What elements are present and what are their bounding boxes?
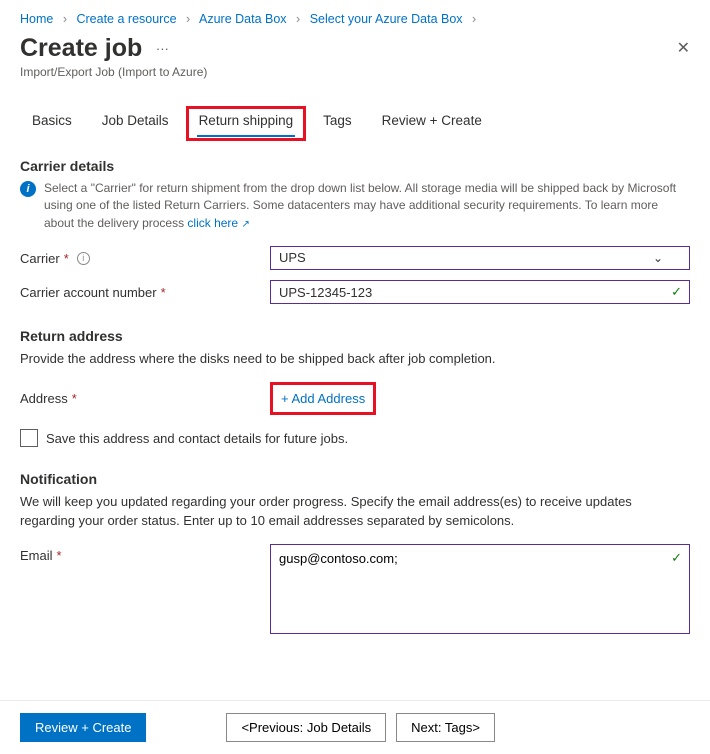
carrier-account-input[interactable]: [270, 280, 690, 304]
save-address-label: Save this address and contact details fo…: [46, 431, 348, 446]
notification-heading: Notification: [20, 471, 690, 487]
page-title: Create job: [20, 34, 142, 63]
click-here-link[interactable]: click here ↗: [187, 216, 249, 230]
carrier-account-label: Carrier account number *: [20, 285, 270, 300]
tab-job-details[interactable]: Job Details: [90, 107, 181, 140]
tab-bar: Basics Job Details Return shipping Tags …: [20, 107, 690, 140]
add-address-button[interactable]: + Add Address: [273, 385, 373, 412]
carrier-info-text: Select a "Carrier" for return shipment f…: [44, 180, 690, 232]
tab-basics[interactable]: Basics: [20, 107, 84, 140]
tab-review-create[interactable]: Review + Create: [370, 107, 494, 140]
breadcrumb: Home › Create a resource › Azure Data Bo…: [20, 8, 690, 32]
previous-button[interactable]: <Previous: Job Details: [226, 713, 386, 742]
breadcrumb-home[interactable]: Home: [20, 12, 53, 26]
breadcrumb-azure-data-box[interactable]: Azure Data Box: [199, 12, 287, 26]
footer-bar: Review + Create <Previous: Job Details N…: [0, 700, 710, 754]
chevron-right-icon: ›: [57, 12, 73, 26]
email-label: Email *: [20, 544, 270, 563]
more-actions-button[interactable]: ···: [156, 41, 169, 56]
close-icon[interactable]: ✕: [677, 34, 690, 58]
return-address-desc: Provide the address where the disks need…: [20, 350, 690, 368]
chevron-right-icon: ›: [180, 12, 196, 26]
next-button[interactable]: Next: Tags>: [396, 713, 495, 742]
chevron-right-icon: ›: [466, 12, 482, 26]
address-label: Address *: [20, 391, 270, 406]
page-subtitle: Import/Export Job (Import to Azure): [20, 65, 207, 79]
review-create-button[interactable]: Review + Create: [20, 713, 146, 742]
notification-desc: We will keep you updated regarding your …: [20, 493, 690, 529]
tab-tags[interactable]: Tags: [311, 107, 364, 140]
info-icon: i: [20, 181, 36, 197]
chevron-right-icon: ›: [290, 12, 306, 26]
save-address-checkbox[interactable]: [20, 429, 38, 447]
carrier-label: Carrier * i: [20, 251, 270, 266]
chevron-down-icon: ⌄: [653, 251, 663, 265]
help-icon[interactable]: i: [77, 252, 90, 265]
carrier-details-heading: Carrier details: [20, 158, 690, 174]
tab-return-shipping[interactable]: Return shipping: [187, 107, 306, 140]
carrier-select[interactable]: UPS ⌄: [270, 246, 690, 270]
breadcrumb-create-resource[interactable]: Create a resource: [76, 12, 176, 26]
breadcrumb-select-data-box[interactable]: Select your Azure Data Box: [310, 12, 463, 26]
external-link-icon: ↗: [241, 219, 249, 230]
email-input[interactable]: gusp@contoso.com;: [270, 544, 690, 634]
return-address-heading: Return address: [20, 328, 690, 344]
